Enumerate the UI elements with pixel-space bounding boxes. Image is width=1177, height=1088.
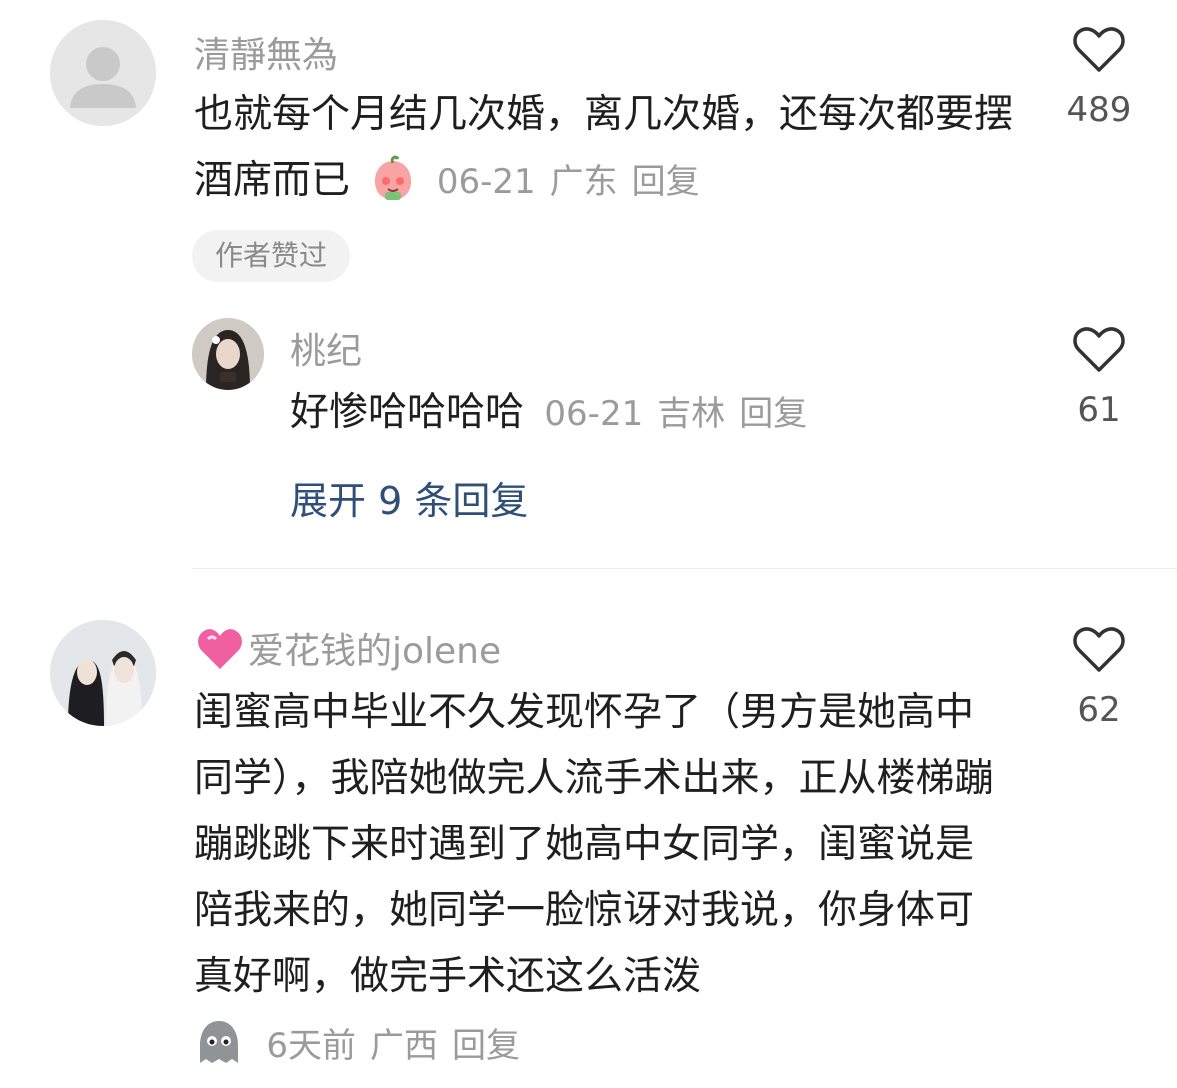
reply-username[interactable]: 桃纪 [290,322,362,374]
divider [192,568,1177,569]
reply-meta: 06-21 吉林 回复 [544,394,821,434]
reply-location: 吉林 [657,394,726,434]
avatar[interactable] [50,20,156,126]
author-liked-badge: 作者赞过 [192,230,350,282]
reply-button[interactable]: 回复 [739,394,807,434]
username[interactable]: 清靜無為 [194,26,338,78]
comment-text: 也就每个月结几次婚，离几次婚，还每次都要摆酒席而已 06-21 广东 回复 [194,82,1014,224]
pink-heart-icon [196,627,244,680]
reply-body: 好惨哈哈哈哈 [290,390,525,435]
username[interactable]: 爱花钱的jolene [196,622,501,680]
reply-button[interactable]: 回复 [632,162,700,202]
default-user-avatar-icon [50,20,156,126]
username-text: 爱花钱的jolene [248,631,502,672]
user-photo-avatar [50,620,156,726]
comment-date: 6天前 [266,1026,357,1066]
avatar[interactable] [192,318,264,390]
reply-button[interactable]: 回复 [452,1026,520,1066]
ghost-emoji-icon [194,1017,244,1088]
comment-text: 闺蜜高中毕业不久发现怀孕了（男方是她高中同学），我陪她做完人流手术出来，正从楼梯… [194,680,1004,1010]
like-count: 61 [1077,390,1121,430]
comment-meta: 6天前 广西 回复 [266,1026,534,1066]
expand-replies-button[interactable]: 展开 9 条回复 [290,470,528,525]
like-button[interactable]: 61 [1054,326,1144,430]
comment-meta-row: 6天前 广西 回复 [194,1012,794,1088]
like-button[interactable]: 62 [1054,626,1144,730]
reply-date: 06-21 [544,394,644,434]
heart-icon [1073,27,1125,72]
user-photo-avatar [192,318,264,390]
comment-meta: 06-21 广东 回复 [437,162,714,202]
like-button[interactable]: 489 [1054,26,1144,130]
comment-date: 06-21 [436,162,536,202]
heart-icon [1073,327,1125,372]
like-count: 62 [1077,690,1121,730]
avatar[interactable] [50,620,156,726]
heart-icon [1073,627,1125,672]
like-count: 489 [1066,90,1132,130]
reply-text: 好惨哈哈哈哈 06-21 吉林 回复 [290,380,1010,447]
peach-emoji-icon [368,153,418,224]
comment-location: 广东 [549,162,618,202]
comment-body: 闺蜜高中毕业不久发现怀孕了（男方是她高中同学），我陪她做完人流手术出来，正从楼梯… [194,690,994,999]
comment-location: 广西 [370,1026,439,1066]
